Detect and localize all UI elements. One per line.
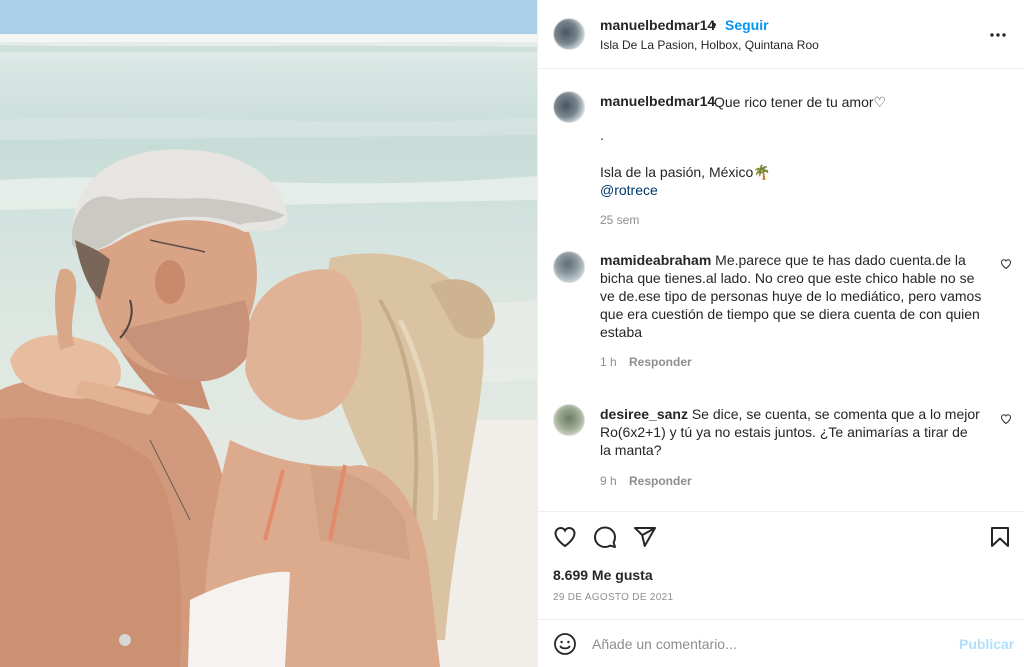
- caption-avatar[interactable]: [553, 91, 585, 123]
- beach-couple-illustration: [0, 0, 537, 667]
- post-location[interactable]: Isla De La Pasion, Holbox, Quintana Roo: [600, 38, 819, 52]
- emoji-icon[interactable]: [553, 632, 577, 656]
- caption-place-line: Isla de la pasión, México🌴: [600, 164, 771, 180]
- instagram-post-view: manuelbedmar14 • Seguir Isla De La Pasio…: [0, 0, 1024, 667]
- comment-like-heart-icon[interactable]: [1000, 413, 1012, 425]
- post-date[interactable]: 29 DE AGOSTO DE 2021: [553, 592, 673, 603]
- comment-bubble-icon[interactable]: [593, 525, 617, 549]
- commenter-avatar[interactable]: [553, 251, 585, 283]
- post-side-panel: manuelbedmar14 • Seguir Isla De La Pasio…: [537, 0, 1024, 667]
- caption-timestamp[interactable]: 25 sem: [600, 213, 639, 227]
- commenter-avatar[interactable]: [553, 404, 585, 436]
- comment-timestamp[interactable]: 1 h: [600, 355, 617, 369]
- add-comment-input[interactable]: [592, 634, 942, 654]
- post-header: manuelbedmar14 • Seguir Isla De La Pasio…: [538, 0, 1024, 69]
- caption-mention-link[interactable]: @rotrece: [600, 181, 658, 199]
- comment-body: mamideabraham Me.parece que te has dado …: [600, 251, 982, 341]
- author-username[interactable]: manuelbedmar14: [600, 17, 715, 33]
- author-avatar[interactable]: [553, 18, 585, 50]
- comment-composer: Publicar: [538, 619, 1024, 667]
- comment-like-heart-icon[interactable]: [1000, 258, 1012, 270]
- likes-count[interactable]: 8.699 Me gusta: [553, 567, 653, 583]
- caption-username[interactable]: manuelbedmar14: [600, 93, 715, 109]
- separator-dot: •: [712, 17, 717, 32]
- share-paper-plane-icon[interactable]: [633, 525, 657, 549]
- commenter-username[interactable]: mamideabraham: [600, 252, 711, 268]
- publish-button[interactable]: Publicar: [959, 636, 1014, 652]
- caption-dot-line: .: [600, 127, 604, 143]
- more-horizontal-icon[interactable]: [989, 26, 1007, 44]
- commenter-username[interactable]: desiree_sanz: [600, 406, 688, 422]
- post-photo[interactable]: [0, 0, 537, 667]
- comment-timestamp[interactable]: 9 h: [600, 474, 617, 488]
- caption-text: Que rico tener de tu amor♡: [714, 94, 887, 110]
- reply-button[interactable]: Responder: [629, 474, 692, 488]
- save-bookmark-icon[interactable]: [988, 525, 1012, 549]
- follow-button[interactable]: Seguir: [725, 17, 769, 33]
- reply-button[interactable]: Responder: [629, 355, 692, 369]
- comment-body: desiree_sanz Se dice, se cuenta, se come…: [600, 405, 982, 459]
- post-actions: 8.699 Me gusta 29 DE AGOSTO DE 2021: [538, 511, 1024, 619]
- like-heart-icon[interactable]: [553, 525, 577, 549]
